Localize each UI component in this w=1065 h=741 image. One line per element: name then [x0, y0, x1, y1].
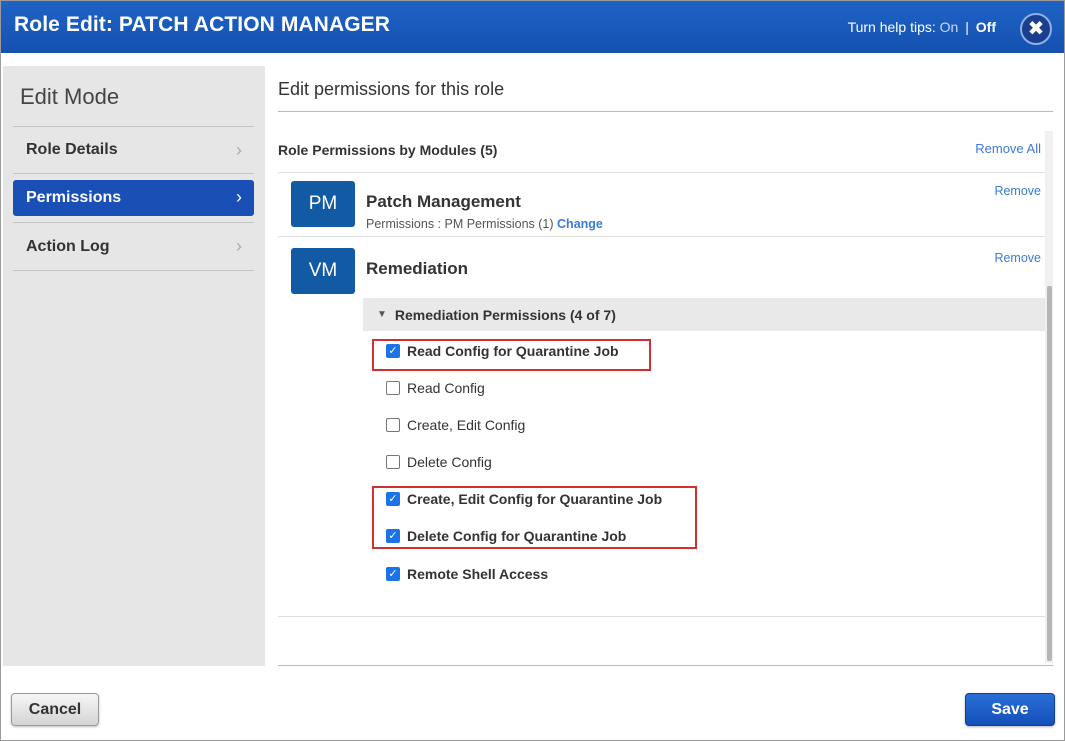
permission-label: Delete Config — [407, 454, 492, 470]
footer-divider — [278, 665, 1053, 666]
help-tips-toggle: Turn help tips: On | Off — [848, 19, 996, 35]
cancel-button[interactable]: Cancel — [11, 693, 99, 726]
remove-module-vm-link[interactable]: Remove — [994, 251, 1041, 265]
checkbox-checked[interactable]: ✓ — [386, 567, 400, 581]
chevron-right-icon: › — [236, 236, 242, 256]
sidebar-item-label: Permissions — [26, 189, 122, 206]
help-tips-on-link[interactable]: On — [940, 19, 959, 35]
module-divider — [278, 616, 1048, 617]
caret-down-icon: ▼ — [377, 309, 387, 320]
module-subtitle: Permissions : PM Permissions (1) Change — [366, 217, 603, 231]
role-edit-dialog: Role Edit: PATCH ACTION MANAGER Turn hel… — [0, 0, 1065, 741]
scrollbar-thumb[interactable] — [1047, 286, 1052, 661]
sidebar-item-label: Role Details — [26, 141, 118, 158]
module-badge-pm: PM — [291, 181, 355, 227]
checkbox-unchecked[interactable] — [386, 455, 400, 469]
sidebar-nav: Role Details › Permissions › Action Log … — [13, 126, 254, 271]
help-tips-off-link[interactable]: Off — [976, 19, 996, 35]
permission-item[interactable]: Read Config — [386, 380, 485, 396]
permission-item[interactable]: Create, Edit Config — [386, 417, 525, 433]
highlight-box — [372, 339, 651, 371]
help-tips-separator: | — [965, 19, 969, 35]
permission-item[interactable]: ✓ Remote Shell Access — [386, 566, 548, 582]
dialog-title: Role Edit: PATCH ACTION MANAGER — [14, 13, 391, 36]
sidebar-item-action-log[interactable]: Action Log › — [13, 223, 254, 271]
checkbox-unchecked[interactable] — [386, 381, 400, 395]
close-icon: ✖ — [1027, 18, 1045, 40]
permission-item[interactable]: Delete Config — [386, 454, 492, 470]
sidebar-item-role-details[interactable]: Role Details › — [13, 126, 254, 174]
sidebar-title: Edit Mode — [20, 84, 120, 109]
module-divider — [278, 172, 1048, 173]
sidebar: Edit Mode Role Details › Permissions › A… — [3, 66, 265, 666]
highlight-box — [372, 486, 697, 549]
module-permissions-text: Permissions : PM Permissions (1) — [366, 217, 554, 231]
permissions-group-label: Remediation Permissions (4 of 7) — [394, 306, 616, 323]
change-link[interactable]: Change — [557, 217, 603, 231]
title-bar: Role Edit: PATCH ACTION MANAGER Turn hel… — [1, 1, 1064, 53]
chevron-right-icon: › — [236, 140, 242, 160]
sidebar-active-wrapper: Permissions › — [13, 180, 254, 223]
checkbox-unchecked[interactable] — [386, 418, 400, 432]
save-button[interactable]: Save — [965, 693, 1055, 726]
module-badge-vm: VM — [291, 248, 355, 294]
help-tips-label: Turn help tips: — [847, 19, 936, 35]
heading-divider — [278, 111, 1053, 112]
page-title: Edit permissions for this role — [278, 79, 505, 99]
chevron-right-icon: › — [236, 187, 242, 207]
module-name: Remediation — [366, 259, 469, 278]
sidebar-item-label: Action Log — [26, 237, 110, 255]
permission-label: Remote Shell Access — [407, 566, 549, 582]
close-button[interactable]: ✖ — [1020, 13, 1052, 45]
sidebar-item-permissions[interactable]: Permissions › — [13, 180, 254, 216]
remove-all-link[interactable]: Remove All — [975, 141, 1041, 156]
permission-label: Create, Edit Config — [407, 417, 526, 433]
module-divider — [278, 236, 1048, 237]
remove-module-pm-link[interactable]: Remove — [994, 184, 1041, 198]
module-name: Patch Management — [366, 192, 521, 211]
section-title: Role Permissions by Modules (5) — [278, 142, 498, 158]
main-panel: Edit permissions for this role Role Perm… — [278, 66, 1053, 666]
permissions-group-header[interactable]: ▼ Remediation Permissions (4 of 7) — [363, 298, 1048, 331]
permission-label: Read Config — [407, 380, 485, 396]
